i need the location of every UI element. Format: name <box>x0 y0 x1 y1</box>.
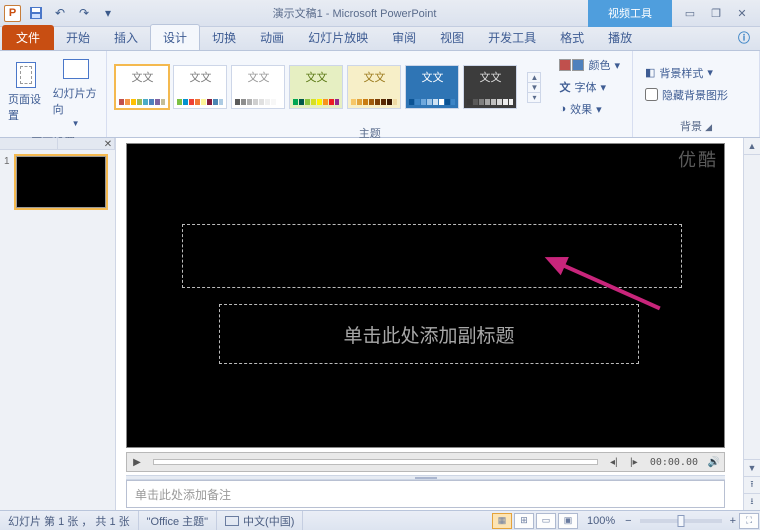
contextual-tab-header: 视频工具 <box>588 0 672 27</box>
title-placeholder[interactable] <box>182 224 682 288</box>
zoom-level[interactable]: 100% <box>579 511 623 530</box>
prev-frame-icon[interactable]: ◂| <box>604 453 624 471</box>
help-icon[interactable]: ⓘ <box>728 25 760 50</box>
tab-review[interactable]: 审阅 <box>380 25 428 50</box>
tab-file[interactable]: 文件 <box>2 25 54 50</box>
status-language[interactable]: 中文(中国) <box>217 511 303 530</box>
thumb-number: 1 <box>4 156 12 208</box>
page-setup-label: 页面设置 <box>8 91 45 123</box>
theme-item[interactable]: 文文 <box>231 65 285 109</box>
zoom-slider[interactable] <box>640 519 722 523</box>
gallery-spinner: ▲ ▼ ▾ <box>527 72 541 103</box>
background-icon: ◧ <box>645 66 655 79</box>
subtitle-placeholder[interactable]: 单击此处添加副标题 <box>219 304 639 364</box>
view-sorter-icon[interactable]: ⊞ <box>514 513 534 529</box>
tab-design[interactable]: 设计 <box>150 24 200 50</box>
page-setup-icon <box>16 62 36 88</box>
theme-item[interactable]: 文文 <box>115 65 169 109</box>
qat-more-icon[interactable]: ▾ <box>99 4 117 22</box>
next-frame-icon[interactable]: |▸ <box>624 453 644 471</box>
keyboard-icon <box>225 516 239 526</box>
restore-icon[interactable]: ❐ <box>706 4 726 22</box>
status-theme: "Office 主题" <box>139 511 217 530</box>
view-reading-icon[interactable]: ▭ <box>536 513 556 529</box>
theme-item[interactable]: 文文 <box>463 65 517 109</box>
notes-pane[interactable]: 单击此处添加备注 <box>126 480 725 508</box>
play-icon[interactable]: ▶ <box>127 453 147 471</box>
tab-animations[interactable]: 动画 <box>248 25 296 50</box>
slide-thumbnails-pane: ✕ 1 <box>0 138 116 510</box>
effects-icon: ◑ <box>559 103 566 115</box>
tab-view[interactable]: 视图 <box>428 25 476 50</box>
theme-fonts-button[interactable]: 文字体 ▾ <box>555 77 624 97</box>
slide-thumbnail[interactable] <box>16 156 106 208</box>
status-slide-info: 幻灯片 第 1 张 ， 共 1 张 <box>0 511 139 530</box>
thumbs-tab-slides[interactable] <box>0 138 58 149</box>
close-pane-icon[interactable]: ✕ <box>101 138 115 150</box>
theme-gallery: 文文文文文文文文文文文文文文 <box>115 65 517 109</box>
tab-insert[interactable]: 插入 <box>102 25 150 50</box>
next-slide-icon[interactable]: ⭳ <box>744 493 760 510</box>
colors-icon <box>559 59 584 71</box>
window-title: 演示文稿1 - Microsoft PowerPoint <box>121 5 588 21</box>
slide-orientation-button[interactable]: 幻灯片方向 ▼ <box>53 55 99 128</box>
tab-transitions[interactable]: 切换 <box>200 25 248 50</box>
status-bar: 幻灯片 第 1 张 ， 共 1 张 "Office 主题" 中文(中国) ▦ ⊞… <box>0 510 760 530</box>
gallery-down-icon[interactable]: ▼ <box>528 83 540 93</box>
ribbon-tabs: 文件 开始 插入 设计 切换 动画 幻灯片放映 审阅 视图 开发工具 格式 播放… <box>0 27 760 51</box>
scroll-down-icon[interactable]: ▼ <box>744 459 760 476</box>
media-playbar: ▶ ◂| |▸ 00:00.00 🔊 <box>126 452 725 472</box>
theme-effects-button[interactable]: ◑效果 ▾ <box>555 99 624 119</box>
orientation-icon <box>63 59 89 79</box>
minimize-icon[interactable]: ▭ <box>680 4 700 22</box>
tab-developer[interactable]: 开发工具 <box>476 25 548 50</box>
background-styles-button[interactable]: ◧背景样式 ▾ <box>641 63 732 83</box>
play-track[interactable] <box>153 459 598 465</box>
undo-icon[interactable]: ↶ <box>51 4 69 22</box>
scroll-up-icon[interactable]: ▲ <box>744 138 760 155</box>
fit-window-icon[interactable]: ⛶ <box>739 513 759 529</box>
theme-item[interactable]: 文文 <box>405 65 459 109</box>
volume-icon[interactable]: 🔊 <box>704 453 724 471</box>
zoom-out-icon[interactable]: − <box>623 515 633 527</box>
close-icon[interactable]: ✕ <box>732 4 752 22</box>
gallery-up-icon[interactable]: ▲ <box>528 73 540 83</box>
theme-item[interactable]: 文文 <box>347 65 401 109</box>
play-time: 00:00.00 <box>644 457 704 468</box>
theme-item[interactable]: 文文 <box>173 65 227 109</box>
page-setup-button[interactable]: 页面设置 <box>8 61 45 123</box>
save-icon[interactable] <box>27 4 45 22</box>
redo-icon[interactable]: ↷ <box>75 4 93 22</box>
tab-playback[interactable]: 播放 <box>596 25 644 50</box>
watermark: 优酷 <box>678 146 718 172</box>
vertical-scrollbar[interactable]: ▲ ▼ ⭱ ⭳ <box>743 138 760 510</box>
tab-home[interactable]: 开始 <box>54 25 102 50</box>
hide-background-checkbox[interactable]: 隐藏背景图形 <box>641 85 732 105</box>
gallery-more-icon[interactable]: ▾ <box>528 93 540 102</box>
app-icon[interactable]: P <box>4 5 21 22</box>
zoom-in-icon[interactable]: + <box>728 515 738 527</box>
tab-slideshow[interactable]: 幻灯片放映 <box>296 25 380 50</box>
group-background: 背景 ◢ <box>633 116 759 137</box>
slide-canvas[interactable]: 优酷 单击此处添加副标题 <box>126 143 725 448</box>
tab-format[interactable]: 格式 <box>548 25 596 50</box>
prev-slide-icon[interactable]: ⭱ <box>744 476 760 493</box>
view-slideshow-icon[interactable]: ▣ <box>558 513 578 529</box>
ribbon: 页面设置 幻灯片方向 ▼ 页面设置 文文文文文文文文文文文文文文 ▲ ▼ ▾ 颜… <box>0 51 760 138</box>
hide-bg-check[interactable] <box>645 88 658 101</box>
view-normal-icon[interactable]: ▦ <box>492 513 512 529</box>
theme-item[interactable]: 文文 <box>289 65 343 109</box>
orientation-label: 幻灯片方向 <box>53 85 99 117</box>
theme-colors-button[interactable]: 颜色 ▾ <box>555 55 624 75</box>
fonts-icon: 文 <box>559 79 570 95</box>
